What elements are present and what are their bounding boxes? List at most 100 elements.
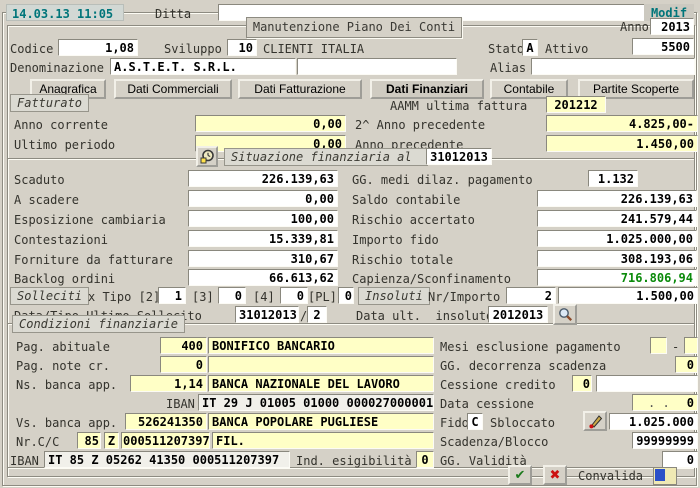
- esposizione-cambiaria-field[interactable]: 100,00: [188, 210, 338, 227]
- vs-banca-desc-field[interactable]: BANCA POPOLARE PUGLIESE: [208, 413, 434, 430]
- ultimo-sollecito-data-field[interactable]: 31012013: [235, 306, 299, 323]
- denominazione-extra-field[interactable]: [297, 58, 457, 75]
- tab-dati-commerciali[interactable]: Dati Commerciali: [114, 79, 232, 99]
- data-cessione-field[interactable]: . . 0: [632, 394, 698, 411]
- esigibilita-field[interactable]: 0: [416, 451, 434, 468]
- situazione-section-label: Situazione finanziaria al: [224, 148, 428, 166]
- sviluppo-desc: CLIENTI ITALIA: [263, 42, 364, 56]
- scadenza-blocco-field[interactable]: 99999999: [632, 432, 698, 449]
- scaduto-field[interactable]: 226.139,63: [188, 170, 338, 187]
- pag-abituale-label: Pag. abituale: [16, 340, 110, 354]
- anno-corrente-field[interactable]: 0,00: [195, 115, 346, 132]
- cc-label: Nr.C/C: [16, 435, 59, 449]
- importo-fido-field[interactable]: 1.025.000,00: [537, 230, 697, 247]
- confirm-button[interactable]: ✔: [508, 465, 532, 485]
- ultimo-sollecito-tipo-field[interactable]: 2: [307, 306, 327, 323]
- iban2-field[interactable]: IT 85 Z 05262 41350 000511207397: [44, 451, 290, 468]
- a-scadere-field[interactable]: 0,00: [188, 190, 338, 207]
- magnifier-icon: [558, 307, 573, 322]
- situazione-refresh-button[interactable]: [196, 146, 218, 167]
- ditta-label: Ditta: [155, 7, 191, 21]
- anno-label: Anno: [620, 20, 649, 34]
- mesi-esclusione-da-field[interactable]: [650, 337, 667, 354]
- convalida-label: Convalida: [578, 469, 643, 483]
- gg-decorrenza-field[interactable]: 0: [675, 356, 698, 373]
- saldo-contabile-label: Saldo contabile: [352, 193, 460, 207]
- solleciti-tipo3-field[interactable]: 0: [218, 287, 246, 304]
- alias-field[interactable]: [531, 58, 695, 75]
- anno-precedente2-field[interactable]: 4.825,00-: [546, 115, 698, 132]
- solleciti-tipopl-field[interactable]: 0: [338, 287, 354, 304]
- backlog-ordini-field[interactable]: 66.613,62: [188, 269, 338, 286]
- conto-field[interactable]: 5500: [632, 38, 694, 55]
- fido-importo-field[interactable]: 1.025.000: [609, 413, 698, 430]
- vs-banca-code-field[interactable]: 526241350: [125, 413, 207, 430]
- cc-fil-field[interactable]: FIL.: [212, 432, 434, 449]
- rischio-totale-label: Rischio totale: [352, 253, 453, 267]
- insoluti-nr-field[interactable]: 2: [506, 287, 556, 304]
- gg-medi-dilaz-field[interactable]: 1.132: [588, 170, 638, 187]
- data-ult-insoluto-field[interactable]: 2012013: [488, 306, 548, 323]
- solleciti-tipo4-field[interactable]: 0: [280, 287, 308, 304]
- cc-num-field[interactable]: 000511207397: [121, 432, 210, 449]
- rischio-totale-field[interactable]: 308.193,06: [537, 250, 697, 267]
- pag-abituale-desc-field[interactable]: BONIFICO BANCARIO: [208, 337, 434, 354]
- esigibilita-label: Ind. esigibilità: [296, 454, 412, 468]
- solleciti-b3-label: [3]: [192, 290, 214, 304]
- capienza-sconfinamento-label: Capienza/Sconfinamento: [352, 272, 511, 286]
- anno-field[interactable]: 2013: [650, 18, 694, 35]
- text-cursor: [655, 469, 665, 481]
- solleciti-bpl-label: [PL]: [308, 290, 337, 304]
- stato-field[interactable]: A: [522, 39, 538, 56]
- clock-refresh-icon: [200, 149, 215, 164]
- ns-banca-desc-field[interactable]: BANCA NAZIONALE DEL LAVORO: [208, 375, 434, 392]
- pag-abituale-code-field[interactable]: 400: [160, 337, 207, 354]
- tab-dati-finanziari[interactable]: Dati Finanziari: [370, 79, 484, 99]
- cancel-button[interactable]: ✖: [543, 465, 567, 485]
- esposizione-cambiaria-label: Esposizione cambiaria: [14, 213, 166, 227]
- saldo-contabile-field[interactable]: 226.139,63: [537, 190, 697, 207]
- cessione-credito-code-field[interactable]: 0: [572, 375, 592, 392]
- scaduto-label: Scaduto: [14, 173, 65, 187]
- fatturato-section-label: Fatturato: [10, 94, 89, 112]
- fido-label: Fido: [440, 416, 469, 430]
- situazione-data-field[interactable]: 31012013: [426, 148, 492, 165]
- iban1-label: IBAN: [166, 397, 195, 411]
- convalida-field[interactable]: [653, 467, 677, 485]
- anno-precedente-field[interactable]: 1.450,00: [546, 135, 698, 152]
- solleciti-tipo-label: x Tipo [2]: [88, 290, 160, 304]
- solleciti-tipo2-field[interactable]: 1: [158, 287, 186, 304]
- denominazione-field[interactable]: A.S.T.E.T. S.R.L.: [110, 58, 296, 75]
- fido-code-field[interactable]: C: [467, 413, 483, 430]
- iban1-field[interactable]: IT 29 J 01005 01000 000027000001: [198, 394, 434, 411]
- anno-precedente2-label: 2^ Anno precedente: [355, 118, 485, 132]
- ns-banca-code-field[interactable]: 1,14: [130, 375, 207, 392]
- forniture-da-fatturare-field[interactable]: 310,67: [188, 250, 338, 267]
- a-scadere-label: A scadere: [14, 193, 79, 207]
- contestazioni-field[interactable]: 15.339,81: [188, 230, 338, 247]
- aamm-ultima-fattura-field[interactable]: 201212: [546, 96, 606, 113]
- fido-stato-label: Sbloccato: [490, 416, 555, 430]
- pag-note-code-field[interactable]: 0: [160, 356, 207, 373]
- sviluppo-label: Sviluppo: [164, 42, 222, 56]
- iban2-label: IBAN: [10, 454, 39, 468]
- mesi-esclusione-a-field[interactable]: [684, 337, 698, 354]
- insoluti-importo-field[interactable]: 1.500,00: [558, 287, 698, 304]
- fido-edit-button[interactable]: [583, 411, 607, 431]
- pag-note-label: Pag. note cr.: [16, 359, 110, 373]
- sviluppo-field[interactable]: 10: [227, 39, 257, 56]
- rischio-accertato-field[interactable]: 241.579,44: [537, 210, 697, 227]
- cc-cin2-field[interactable]: Z: [104, 432, 119, 449]
- capienza-sconfinamento-field[interactable]: 716.806,94: [537, 269, 697, 286]
- cc-cin1-field[interactable]: 85: [77, 432, 101, 449]
- gg-validita-field[interactable]: 0: [662, 451, 698, 468]
- codice-field[interactable]: 1,08: [58, 39, 138, 56]
- tab-dati-fatturazione[interactable]: Dati Fatturazione: [238, 79, 362, 99]
- insoluto-lookup-button[interactable]: [553, 304, 577, 325]
- pag-note-desc-field[interactable]: [208, 356, 434, 373]
- cessione-credito-desc-field[interactable]: [596, 375, 698, 392]
- app-window: 14.03.13 11:05 Ditta 1,00GENESYS SOFTWAR…: [0, 0, 700, 488]
- scadenza-blocco-label: Scadenza/Blocco: [440, 435, 548, 449]
- data-cessione-dots: . .: [648, 396, 670, 410]
- mesi-esclusione-sep: -: [672, 340, 679, 354]
